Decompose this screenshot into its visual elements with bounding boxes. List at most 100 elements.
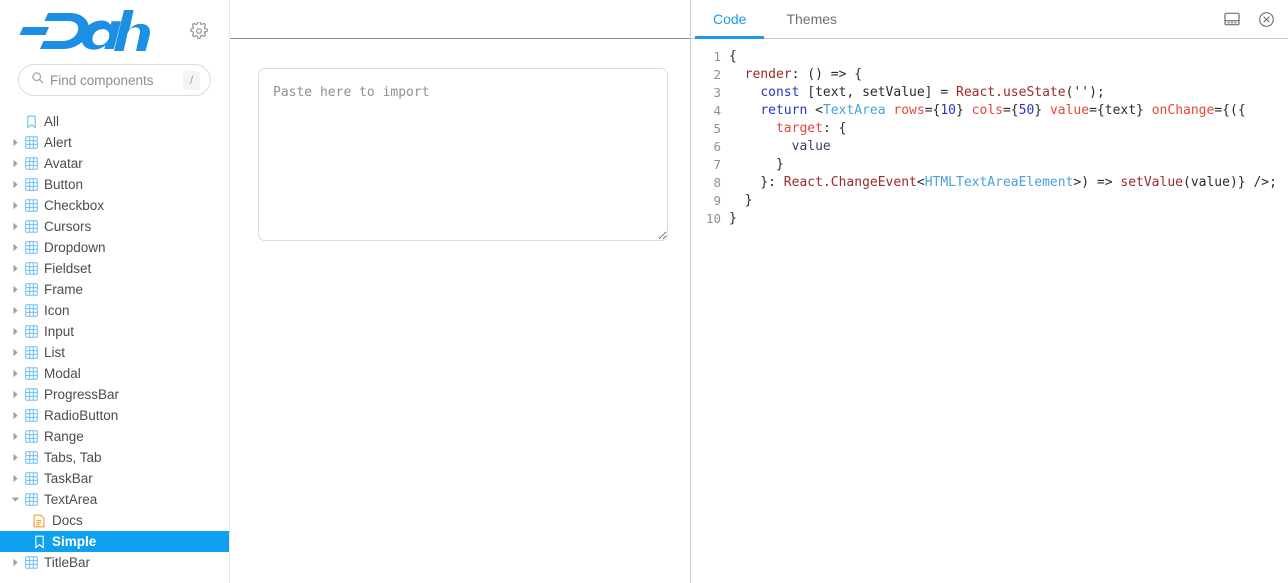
code-line-content: return <TextArea rows={10} cols={50} val…	[760, 103, 1246, 118]
sidebar-item-label: Range	[44, 429, 84, 444]
grid-icon	[22, 408, 40, 424]
chevron-down-icon[interactable]	[8, 493, 22, 507]
gear-icon[interactable]	[187, 19, 211, 43]
chevron-right-icon[interactable]	[8, 451, 22, 465]
chevron-right-icon[interactable]	[8, 388, 22, 402]
code-line: 1{	[691, 48, 1288, 66]
chevron-right-icon[interactable]	[8, 220, 22, 234]
sidebar-item-button[interactable]: Button	[0, 174, 229, 195]
arrow-spacer	[8, 115, 22, 129]
sidebar-item-range[interactable]: Range	[0, 426, 229, 447]
chevron-right-icon[interactable]	[8, 304, 22, 318]
chevron-right-icon[interactable]	[8, 367, 22, 381]
code-line-number: 1	[713, 49, 721, 64]
grid-icon	[22, 471, 40, 487]
grid-icon	[22, 345, 40, 361]
code-line-content: }	[729, 211, 737, 226]
sidebar-item-all[interactable]: All	[0, 111, 229, 132]
code-line: 9 }	[691, 192, 1288, 210]
bookmark-icon	[30, 534, 48, 550]
chevron-right-icon[interactable]	[8, 241, 22, 255]
chevron-right-icon[interactable]	[8, 430, 22, 444]
code-line-content: const [text, setValue] = React.useState(…	[760, 85, 1105, 100]
sidebar-item-label: Frame	[44, 282, 84, 297]
search-container: /	[0, 64, 229, 96]
sidebar-item-frame[interactable]: Frame	[0, 279, 229, 300]
grid-icon	[22, 492, 40, 508]
sidebar-item-label: TextArea	[44, 492, 98, 507]
close-circle-icon[interactable]	[1256, 9, 1276, 29]
code-line-number: 5	[713, 121, 721, 136]
sidebar-item-tabs-tab[interactable]: Tabs, Tab	[0, 447, 229, 468]
code-line-content: target: {	[775, 121, 847, 136]
code-panel-tabbar: Code Themes	[691, 0, 1288, 39]
sidebar-item-alert[interactable]: Alert	[0, 132, 229, 153]
chevron-right-icon[interactable]	[8, 199, 22, 213]
panel-layout-icon[interactable]	[1222, 9, 1242, 29]
sidebar-item-label: Avatar	[44, 156, 83, 171]
sidebar-item-list[interactable]: List	[0, 342, 229, 363]
grid-icon	[22, 387, 40, 403]
sidebar-item-simple[interactable]: Simple	[0, 531, 229, 552]
search-box[interactable]: /	[18, 64, 211, 96]
chevron-right-icon[interactable]	[8, 136, 22, 150]
code-line-number: 6	[713, 139, 721, 154]
app-root: / All Alert Avatar Button Checkbox Cursors Dro…	[0, 0, 1288, 583]
sidebar: / All Alert Avatar Button Checkbox Cursors Dro…	[0, 0, 230, 583]
sidebar-item-label: Icon	[44, 303, 70, 318]
sidebar-item-label: Button	[44, 177, 84, 192]
doc-icon	[30, 513, 48, 529]
sidebar-item-label: Cursors	[44, 219, 92, 234]
grid-icon	[22, 240, 40, 256]
sidebar-item-label: Simple	[52, 534, 97, 549]
code-line: 10}	[691, 210, 1288, 228]
chevron-right-icon[interactable]	[8, 283, 22, 297]
chevron-right-icon[interactable]	[8, 409, 22, 423]
sidebar-item-label: Fieldset	[44, 261, 92, 276]
sidebar-item-docs[interactable]: Docs	[0, 510, 229, 531]
grid-icon	[22, 261, 40, 277]
sidebar-item-titlebar[interactable]: TitleBar	[0, 552, 229, 573]
tab-themes[interactable]: Themes	[768, 0, 855, 38]
sidebar-item-dropdown[interactable]: Dropdown	[0, 237, 229, 258]
chevron-right-icon[interactable]	[8, 346, 22, 360]
grid-icon	[22, 156, 40, 172]
sidebar-item-label: Tabs, Tab	[44, 450, 102, 465]
code-line-number: 4	[713, 103, 721, 118]
import-textarea[interactable]	[258, 68, 668, 241]
grid-icon	[22, 366, 40, 382]
sidebar-item-label: Input	[44, 324, 75, 339]
sidebar-item-avatar[interactable]: Avatar	[0, 153, 229, 174]
grid-icon	[22, 303, 40, 319]
code-line: 3 const [text, setValue] = React.useStat…	[691, 84, 1288, 102]
chevron-right-icon[interactable]	[8, 157, 22, 171]
sidebar-item-input[interactable]: Input	[0, 321, 229, 342]
sidebar-item-icon[interactable]: Icon	[0, 300, 229, 321]
grid-icon	[22, 555, 40, 571]
sidebar-item-fieldset[interactable]: Fieldset	[0, 258, 229, 279]
sidebar-item-label: Dropdown	[44, 240, 106, 255]
search-input[interactable]	[44, 72, 183, 88]
code-line: 2 render: () => {	[691, 66, 1288, 84]
sidebar-item-taskbar[interactable]: TaskBar	[0, 468, 229, 489]
chevron-right-icon[interactable]	[8, 262, 22, 276]
sidebar-item-radiobutton[interactable]: RadioButton	[0, 405, 229, 426]
tab-code[interactable]: Code	[695, 0, 765, 39]
sidebar-item-checkbox[interactable]: Checkbox	[0, 195, 229, 216]
grid-icon	[22, 177, 40, 193]
chevron-right-icon[interactable]	[8, 178, 22, 192]
sidebar-item-modal[interactable]: Modal	[0, 363, 229, 384]
grid-icon	[22, 198, 40, 214]
grid-icon	[22, 324, 40, 340]
chevron-right-icon[interactable]	[8, 325, 22, 339]
code-line-number: 2	[713, 67, 721, 82]
bookmark-icon	[22, 114, 40, 130]
code-line-number: 3	[713, 85, 721, 100]
grid-icon	[22, 429, 40, 445]
sidebar-item-progressbar[interactable]: ProgressBar	[0, 384, 229, 405]
sidebar-item-textarea[interactable]: TextArea	[0, 489, 229, 510]
sidebar-item-cursors[interactable]: Cursors	[0, 216, 229, 237]
code-editor[interactable]: 1{2 render: () => {3 const [text, setVal…	[691, 39, 1288, 583]
chevron-right-icon[interactable]	[8, 472, 22, 486]
chevron-right-icon[interactable]	[8, 556, 22, 570]
